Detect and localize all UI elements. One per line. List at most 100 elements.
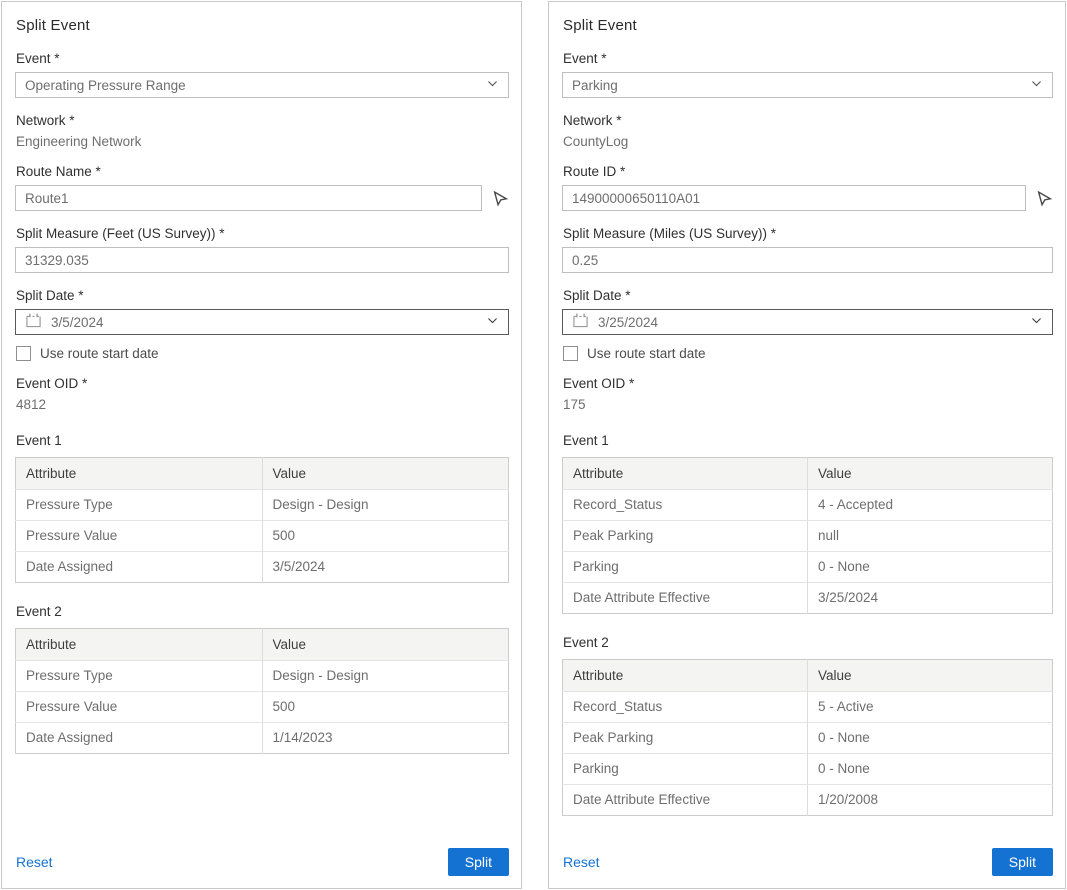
event-label: Event * [563, 51, 1053, 66]
attribute-cell: Peak Parking [563, 521, 808, 552]
value-cell: 500 [262, 521, 509, 552]
table-row: Date Attribute Effective1/20/2008 [563, 785, 1053, 816]
value-header: Value [262, 458, 509, 490]
event-oid-value: 4812 [16, 397, 509, 412]
split-date-value: 3/25/2024 [598, 315, 658, 330]
attribute-cell: Pressure Type [16, 490, 263, 521]
attribute-cell: Parking [563, 754, 808, 785]
use-route-start-date-checkbox[interactable] [16, 346, 31, 361]
chevron-down-icon [1030, 77, 1043, 93]
table-row: Parking0 - None [563, 754, 1053, 785]
split-date-value: 3/5/2024 [51, 315, 104, 330]
attribute-cell: Parking [563, 552, 808, 583]
calendar-icon [572, 312, 589, 332]
chevron-down-icon [1030, 314, 1043, 330]
attribute-cell: Pressure Value [16, 521, 263, 552]
split-button[interactable]: Split [992, 848, 1053, 876]
route-label: Route Name * [16, 164, 509, 179]
measure-label: Split Measure (Miles (US Survey)) * [563, 226, 1053, 241]
table-row: Peak Parkingnull [563, 521, 1053, 552]
event2-section-title: Event 2 [16, 604, 509, 619]
value-cell: 0 - None [808, 723, 1053, 754]
attribute-header: Attribute [563, 660, 808, 692]
value-cell: 0 - None [808, 754, 1053, 785]
event-oid-label: Event OID * [563, 376, 1053, 391]
attribute-cell: Date Attribute Effective [563, 785, 808, 816]
value-cell: 500 [262, 692, 509, 723]
date-label: Split Date * [563, 288, 1053, 303]
table-row: Parking0 - None [563, 552, 1053, 583]
event1-section-title: Event 1 [16, 433, 509, 448]
attribute-cell: Date Assigned [16, 723, 263, 754]
event2-table: Attribute Value Record_Status5 - ActiveP… [562, 659, 1053, 816]
table-row: Pressure TypeDesign - Design [16, 490, 509, 521]
table-row: Date Assigned1/14/2023 [16, 723, 509, 754]
event2-section-title: Event 2 [563, 635, 1053, 650]
event-select[interactable]: Parking [562, 72, 1053, 98]
value-cell: Design - Design [262, 490, 509, 521]
table-header-row: Attribute Value [563, 458, 1053, 490]
chevron-down-icon [486, 314, 499, 330]
value-cell: 4 - Accepted [808, 490, 1053, 521]
use-route-start-date-label: Use route start date [40, 346, 159, 361]
attribute-header: Attribute [563, 458, 808, 490]
route-input[interactable] [562, 185, 1026, 211]
event-select-value: Operating Pressure Range [25, 78, 186, 93]
route-label: Route ID * [563, 164, 1053, 179]
value-cell: Design - Design [262, 661, 509, 692]
event-select[interactable]: Operating Pressure Range [15, 72, 509, 98]
event1-section-title: Event 1 [563, 433, 1053, 448]
route-input[interactable] [15, 185, 482, 211]
table-row: Date Assigned3/5/2024 [16, 552, 509, 583]
split-date-picker[interactable]: 3/25/2024 [562, 309, 1053, 335]
route-picker-icon[interactable] [492, 190, 509, 207]
table-row: Pressure TypeDesign - Design [16, 661, 509, 692]
event1-table: Attribute Value Record_Status4 - Accepte… [562, 457, 1053, 614]
event2-table: Attribute Value Pressure TypeDesign - De… [15, 628, 509, 754]
table-header-row: Attribute Value [563, 660, 1053, 692]
attribute-cell: Date Attribute Effective [563, 583, 808, 614]
value-cell: null [808, 521, 1053, 552]
attribute-cell: Pressure Type [16, 661, 263, 692]
route-picker-icon[interactable] [1036, 190, 1053, 207]
measure-label: Split Measure (Feet (US Survey)) * [16, 226, 509, 241]
table-row: Pressure Value500 [16, 521, 509, 552]
event-oid-value: 175 [563, 397, 1053, 412]
value-cell: 3/25/2024 [808, 583, 1053, 614]
network-label: Network * [563, 113, 1053, 128]
event-oid-label: Event OID * [16, 376, 509, 391]
reset-link[interactable]: Reset [563, 854, 600, 870]
attribute-cell: Pressure Value [16, 692, 263, 723]
split-event-panel-left: Split Event Event * Operating Pressure R… [1, 1, 522, 889]
attribute-cell: Peak Parking [563, 723, 808, 754]
event1-table: Attribute Value Pressure TypeDesign - De… [15, 457, 509, 583]
table-row: Record_Status5 - Active [563, 692, 1053, 723]
table-row: Peak Parking0 - None [563, 723, 1053, 754]
event-label: Event * [16, 51, 509, 66]
attribute-cell: Record_Status [563, 692, 808, 723]
attribute-header: Attribute [16, 458, 263, 490]
measure-input[interactable] [15, 247, 509, 273]
attribute-header: Attribute [16, 629, 263, 661]
event-select-value: Parking [572, 78, 618, 93]
chevron-down-icon [486, 77, 499, 93]
panel-title: Split Event [563, 17, 1053, 34]
network-value: CountyLog [563, 134, 1053, 149]
value-cell: 1/14/2023 [262, 723, 509, 754]
network-value: Engineering Network [16, 134, 509, 149]
split-button[interactable]: Split [448, 848, 509, 876]
panel-title: Split Event [16, 17, 509, 34]
split-date-picker[interactable]: 3/5/2024 [15, 309, 509, 335]
table-row: Date Attribute Effective3/25/2024 [563, 583, 1053, 614]
attribute-cell: Record_Status [563, 490, 808, 521]
table-row: Record_Status4 - Accepted [563, 490, 1053, 521]
use-route-start-date-checkbox[interactable] [563, 346, 578, 361]
table-header-row: Attribute Value [16, 629, 509, 661]
measure-input[interactable] [562, 247, 1053, 273]
value-header: Value [808, 660, 1053, 692]
calendar-icon [25, 312, 42, 332]
value-header: Value [808, 458, 1053, 490]
use-route-start-date-label: Use route start date [587, 346, 706, 361]
value-cell: 3/5/2024 [262, 552, 509, 583]
reset-link[interactable]: Reset [16, 854, 53, 870]
